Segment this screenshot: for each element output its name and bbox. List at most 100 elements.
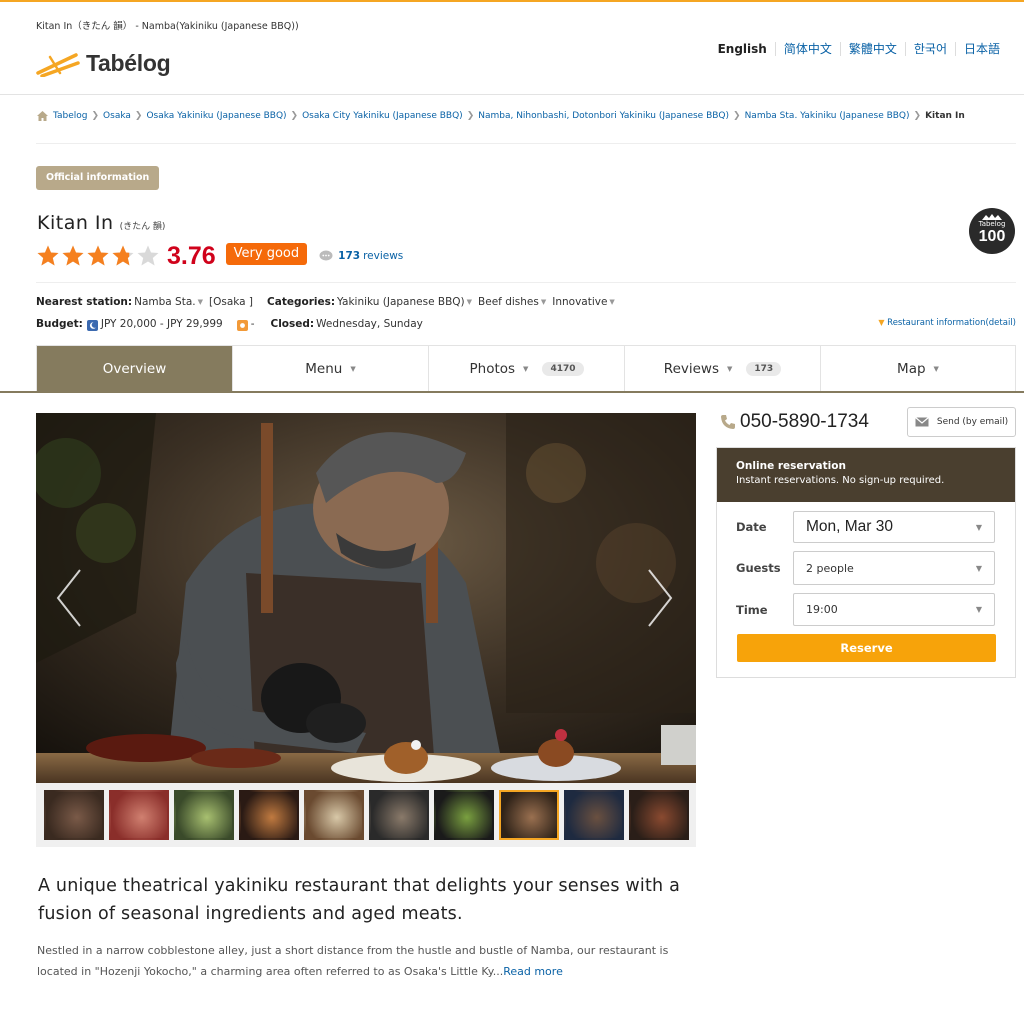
photo-thumbnail[interactable] [564,790,624,840]
info-row-budget-closed: Budget: JPY 20,000 - JPY 29,999 - Closed… [36,318,423,331]
closed-label: Closed: [270,318,315,330]
tab-map[interactable]: Map ▼ [820,346,1015,392]
chevron-down-icon: ▼ [350,365,356,373]
photo-thumbnail[interactable] [369,790,429,840]
nearest-station-value: Namba Sta. [134,296,196,308]
chevron-right-icon: ❯ [913,111,922,121]
lang-traditional-chinese[interactable]: 繁體中文 [839,42,905,56]
photo-thumbnail-strip [36,783,696,847]
chevron-right-icon: ❯ [91,111,100,121]
badge-number: 100 [978,228,1006,245]
photo-gallery-main[interactable] [36,413,696,783]
moon-dinner-icon [86,319,98,331]
categories-label: Categories: [267,296,336,308]
tabelog-100-badge: Tabelog 100 [969,208,1015,254]
dropdown-caret-icon[interactable]: ▼ [609,298,614,306]
budget-lunch: - [250,318,255,330]
breadcrumb-tabelog[interactable]: Tabelog [53,111,88,121]
lang-japanese[interactable]: 日本語 [954,42,1008,56]
dropdown-caret-icon[interactable]: ▼ [541,298,546,306]
photo-thumbnail[interactable] [304,790,364,840]
photos-count-badge: 4170 [542,362,584,376]
info-row-station-categories: Nearest station: Namba Sta. ▼ [Osaka ] C… [36,296,621,308]
photo-thumbnail[interactable] [239,790,299,840]
reviews-link[interactable]: 173 reviews [319,250,403,262]
dropdown-caret-icon[interactable]: ▼ [198,298,203,306]
chef-plating-photo [36,413,696,783]
reserve-button-label: Reserve [840,641,893,655]
reviews-count-badge: 173 [746,362,782,376]
badge-brand-text: Tabelog [978,220,1006,228]
online-reservation-panel: Online reservation Instant reservations.… [716,447,1016,678]
tab-reviews[interactable]: Reviews ▼ 173 [624,346,820,392]
chevron-right-icon: ❯ [134,111,143,121]
breadcrumb-namba-area-yakiniku[interactable]: Namba, Nihonbashi, Dotonbori Yakiniku (J… [478,111,729,121]
tab-menu-label: Menu [305,361,343,377]
restaurant-description: Nestled in a narrow cobblestone alley, j… [37,940,697,982]
tab-menu[interactable]: Menu ▼ [232,346,428,392]
restaurant-name-kana: (きたん 韻) [119,222,166,232]
time-select[interactable]: 19:00 ▼ [793,593,995,626]
dropdown-caret-icon[interactable]: ▼ [467,298,472,306]
photo-thumbnail[interactable] [109,790,169,840]
envelope-icon [914,417,929,427]
restaurant-name-main: Kitan In [37,212,114,234]
reserve-button[interactable]: Reserve [737,634,996,662]
time-value: 19:00 [806,603,838,616]
closed-days: Wednesday, Sunday [316,318,423,330]
date-value: Mon, Mar 30 [806,518,894,535]
tab-overview-label: Overview [102,361,167,377]
lang-simplified-chinese[interactable]: 简体中文 [774,42,840,56]
phone-number[interactable]: 050-5890-1734 [720,411,869,433]
restaurant-detail-link[interactable]: ▼ Restaurant information(detail) [878,318,1016,328]
category-item[interactable]: Yakiniku (Japanese BBQ) [337,296,465,308]
official-info-badge: Official information [36,166,160,190]
chevron-down-icon: ▼ [727,365,733,373]
send-by-email-button[interactable]: Send (by email) [907,407,1016,437]
tab-photos-label: Photos [469,361,516,377]
read-more-link[interactable]: Read more [503,965,563,978]
date-select[interactable]: Mon, Mar 30 ▼ [793,511,995,543]
language-switcher: English 简体中文 繁體中文 한국어 日本語 [710,42,1008,56]
tab-overview[interactable]: Overview [37,346,232,392]
chopsticks-logo-icon [36,52,80,77]
site-header: Kitan In（きたん 韻） - Namba(Yakiniku (Japane… [0,2,1024,95]
gallery-prev-arrow-icon[interactable] [54,568,84,628]
restaurant-detail-link-text: Restaurant information(detail) [887,318,1016,328]
photo-thumbnail[interactable] [174,790,234,840]
chevron-right-icon: ❯ [466,111,475,121]
star-icon [112,245,134,266]
breadcrumb-current: Kitan In [925,111,965,121]
gallery-next-arrow-icon[interactable] [645,568,675,628]
guests-label: Guests [736,561,781,575]
chevron-right-icon: ❯ [290,111,299,121]
guests-select[interactable]: 2 people ▼ [793,551,995,585]
chevron-down-icon: ▼ [523,365,529,373]
chevron-down-icon: ▼ [975,563,982,573]
phone-number-text: 050-5890-1734 [740,411,869,432]
review-count: 173 [338,250,361,262]
description-text: Nestled in a narrow cobblestone alley, j… [37,944,669,978]
photo-thumbnail[interactable] [629,790,689,840]
lang-korean[interactable]: 한국어 [904,42,955,56]
tabelog-logo[interactable]: Tabélog [36,50,171,77]
category-item[interactable]: Innovative [552,296,607,308]
category-item[interactable]: Beef dishes [478,296,539,308]
arrow-down-icon: ▼ [878,318,885,327]
photo-thumbnail[interactable] [499,790,559,840]
breadcrumb-osaka-city-yakiniku[interactable]: Osaka City Yakiniku (Japanese BBQ) [302,111,463,121]
star-icon [87,245,109,266]
breadcrumb-osaka[interactable]: Osaka [103,111,131,121]
tab-photos[interactable]: Photos ▼ 4170 [428,346,624,392]
page-heading: Kitan In（きたん 韻） - Namba(Yakiniku (Japane… [36,21,299,32]
lang-english[interactable]: English [710,42,775,56]
star-rating [36,244,161,268]
guests-row: Guests 2 people ▼ [736,551,995,585]
photo-thumbnail[interactable] [434,790,494,840]
rating-score: 3.76 [167,241,216,270]
restaurant-tagline: A unique theatrical yakiniku restaurant … [38,876,681,924]
photo-thumbnail[interactable] [44,790,104,840]
breadcrumb-osaka-yakiniku[interactable]: Osaka Yakiniku (Japanese BBQ) [146,111,286,121]
breadcrumb-namba-sta-yakiniku[interactable]: Namba Sta. Yakiniku (Japanese BBQ) [745,111,910,121]
phone-icon [721,415,735,429]
